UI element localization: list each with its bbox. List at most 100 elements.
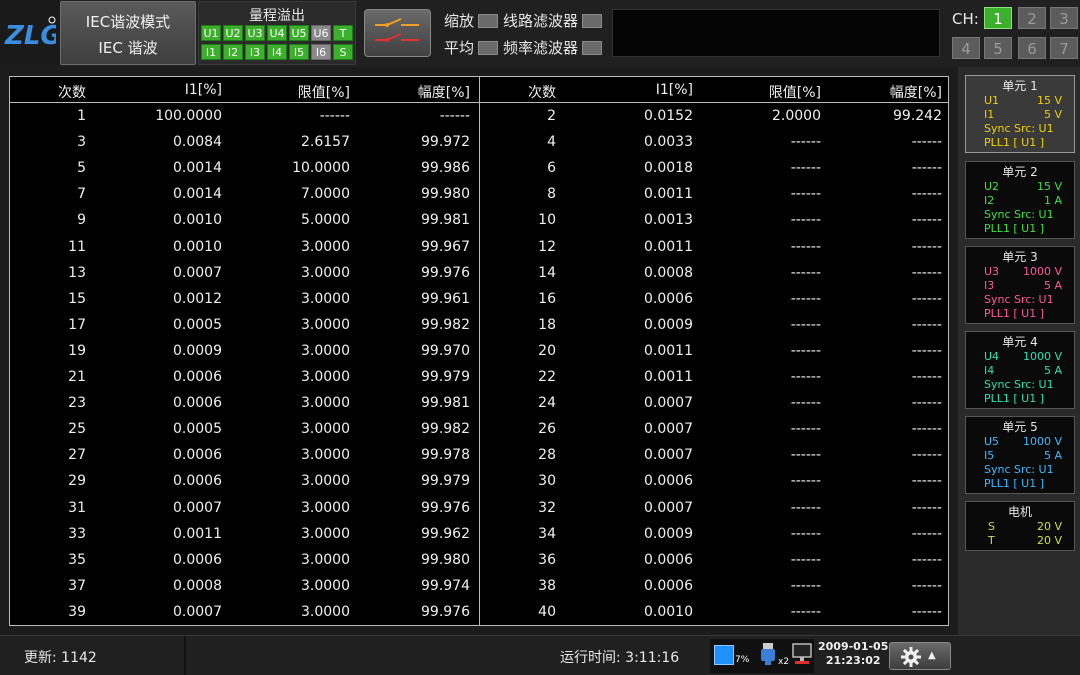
left-cell-order: 31 — [68, 499, 86, 516]
left-cell-i1: 0.0014 — [173, 186, 222, 203]
left-cell-i1: 0.0006 — [173, 473, 222, 490]
right-cell-i1: 0.0006 — [644, 473, 693, 490]
brand-logo: ZLG — [0, 0, 60, 67]
left-cell-order: 11 — [68, 238, 86, 255]
unit-title: 单元 5 — [1002, 420, 1038, 434]
date-text: 2009-01-05 — [818, 640, 889, 653]
right-cell-limit: ------ — [790, 212, 821, 229]
filter-settings-button[interactable] — [364, 9, 431, 57]
right-cell-limit: ------ — [790, 551, 821, 568]
motor-card[interactable]: 电机 S 20 V T 20 V — [965, 501, 1075, 551]
gear-icon — [901, 647, 921, 667]
right-cell-i1: 0.0152 — [644, 108, 693, 124]
average-checkbox[interactable] — [478, 40, 499, 55]
left-cell-limit: 3.0000 — [301, 290, 350, 307]
right-cell-order: 12 — [538, 238, 556, 255]
right-cell-order: 20 — [538, 342, 556, 359]
unit-card-3[interactable]: 单元 3 U3 1000 V I3 5 A Sync Src: U1 PLL1 [ U1 ] — [965, 246, 1075, 324]
freq-filter-option[interactable]: 频率滤波器 — [503, 37, 605, 58]
right-cell-amplitude: ------ — [911, 264, 942, 281]
channel-button-5[interactable]: 5 — [984, 37, 1012, 59]
right-header-i1: I1[%] — [655, 82, 693, 98]
channel-button-7[interactable]: 7 — [1050, 37, 1078, 59]
svg-text:ZLG: ZLG — [4, 21, 56, 51]
unit-voltage-range: 1000 V — [1022, 435, 1062, 448]
channel-button-3[interactable]: 3 — [1050, 7, 1078, 29]
freq-filter-checkbox[interactable] — [582, 40, 603, 55]
unit-current-row: I3 5 A — [966, 279, 1074, 293]
unit-voltage-range: 15 V — [1036, 94, 1062, 107]
motor-s-row: S 20 V — [966, 520, 1074, 534]
left-cell-order: 7 — [77, 186, 86, 203]
average-label: 平均 — [444, 39, 475, 57]
channel-button-1[interactable]: 1 — [984, 7, 1012, 29]
left-cell-order: 35 — [68, 551, 86, 568]
mode-indicator[interactable]: IEC谐波模式 IEC 谐波 — [60, 1, 196, 65]
overflow-chip-u1: U1 — [201, 25, 221, 41]
channel-button-6[interactable]: 6 — [1018, 37, 1046, 59]
unit-current-range: 1 A — [1043, 194, 1062, 207]
right-cell-amplitude: ------ — [911, 499, 942, 516]
table-divider — [479, 77, 480, 625]
left-cell-amplitude: ------ — [439, 108, 470, 124]
unit-card-5[interactable]: 单元 5 U5 1000 V I5 5 A Sync Src: U1 PLL1 [ U1 ] — [965, 416, 1075, 494]
unit-current-range: 5 V — [1043, 108, 1062, 121]
left-cell-i1: 0.0005 — [173, 421, 222, 438]
right-cell-order: 24 — [538, 395, 556, 412]
right-cell-order: 22 — [538, 369, 556, 385]
right-cell-amplitude: ------ — [911, 369, 942, 385]
overflow-voltage-row: U1 U2 U3 U4 U5 U6 T — [201, 25, 353, 41]
right-cell-limit: ------ — [790, 342, 821, 359]
left-cell-amplitude: 99.981 — [421, 395, 470, 412]
left-cell-amplitude: 99.978 — [421, 447, 470, 464]
line-filter-option[interactable]: 线路滤波器 — [503, 10, 605, 31]
zoom-option[interactable]: 缩放 — [444, 10, 501, 31]
storage-percent: 7% — [735, 655, 750, 665]
line-filter-checkbox[interactable] — [582, 13, 603, 28]
right-cell-limit: ------ — [790, 238, 821, 255]
right-cell-i1: 0.0007 — [644, 395, 693, 412]
right-cell-amplitude: 99.242 — [893, 108, 942, 124]
settings-button[interactable]: ▲ — [889, 642, 951, 670]
time-text: 21:23:02 — [825, 654, 881, 667]
unit-card-1[interactable]: 单元 1 U1 15 V I1 5 V Sync Src: U1 PLL1 [ U1 ] — [965, 75, 1075, 153]
usb-icon[interactable] — [760, 643, 776, 665]
left-cell-i1: 0.0007 — [173, 499, 222, 516]
message-display — [612, 9, 940, 57]
left-cell-amplitude: 99.981 — [421, 212, 470, 229]
unit-pll: PLL1 [ U1 ] — [984, 307, 1045, 320]
left-cell-limit: 5.0000 — [301, 212, 350, 229]
unit-title: 单元 4 — [1002, 335, 1038, 349]
right-header-limit: 限值[%] — [768, 85, 821, 101]
network-icon[interactable] — [792, 643, 812, 667]
left-cell-limit: 3.0000 — [301, 264, 350, 281]
left-cell-i1: 0.0007 — [173, 264, 222, 281]
right-cell-order: 14 — [538, 264, 556, 281]
right-cell-order: 10 — [538, 212, 556, 229]
left-header-amplitude: 幅度[%] — [417, 85, 470, 101]
storage-icon[interactable] — [714, 645, 734, 665]
overflow-chip-i2: I2 — [223, 44, 243, 60]
mode-title: IEC谐波模式 — [85, 13, 171, 31]
left-cell-i1: 0.0010 — [173, 238, 222, 255]
right-cell-i1: 0.0013 — [644, 212, 693, 229]
average-option[interactable]: 平均 — [444, 37, 501, 58]
channel-label: CH: — [952, 10, 979, 28]
channel-button-4[interactable]: 4 — [952, 37, 980, 59]
zoom-checkbox[interactable] — [478, 13, 499, 28]
left-cell-order: 39 — [68, 603, 86, 620]
unit-current-range: 5 A — [1043, 279, 1062, 292]
left-cell-limit: 10.0000 — [292, 160, 350, 177]
left-cell-amplitude: 99.962 — [421, 525, 470, 542]
right-cell-order: 38 — [538, 577, 556, 594]
unit-pll: PLL1 [ U1 ] — [984, 477, 1045, 490]
right-cell-amplitude: ------ — [911, 160, 942, 177]
channel-button-2[interactable]: 2 — [1018, 7, 1046, 29]
unit-card-4[interactable]: 单元 4 U4 1000 V I4 5 A Sync Src: U1 PLL1 [ U1 ] — [965, 331, 1075, 409]
left-cell-order: 27 — [68, 447, 86, 464]
left-cell-i1: 0.0006 — [173, 551, 222, 568]
left-header-limit: 限值[%] — [297, 85, 350, 101]
right-cell-amplitude: ------ — [911, 447, 942, 464]
unit-card-2[interactable]: 单元 2 U2 15 V I2 1 A Sync Src: U1 PLL1 [ U1 ] — [965, 161, 1075, 239]
overflow-chip-u3: U3 — [245, 25, 265, 41]
